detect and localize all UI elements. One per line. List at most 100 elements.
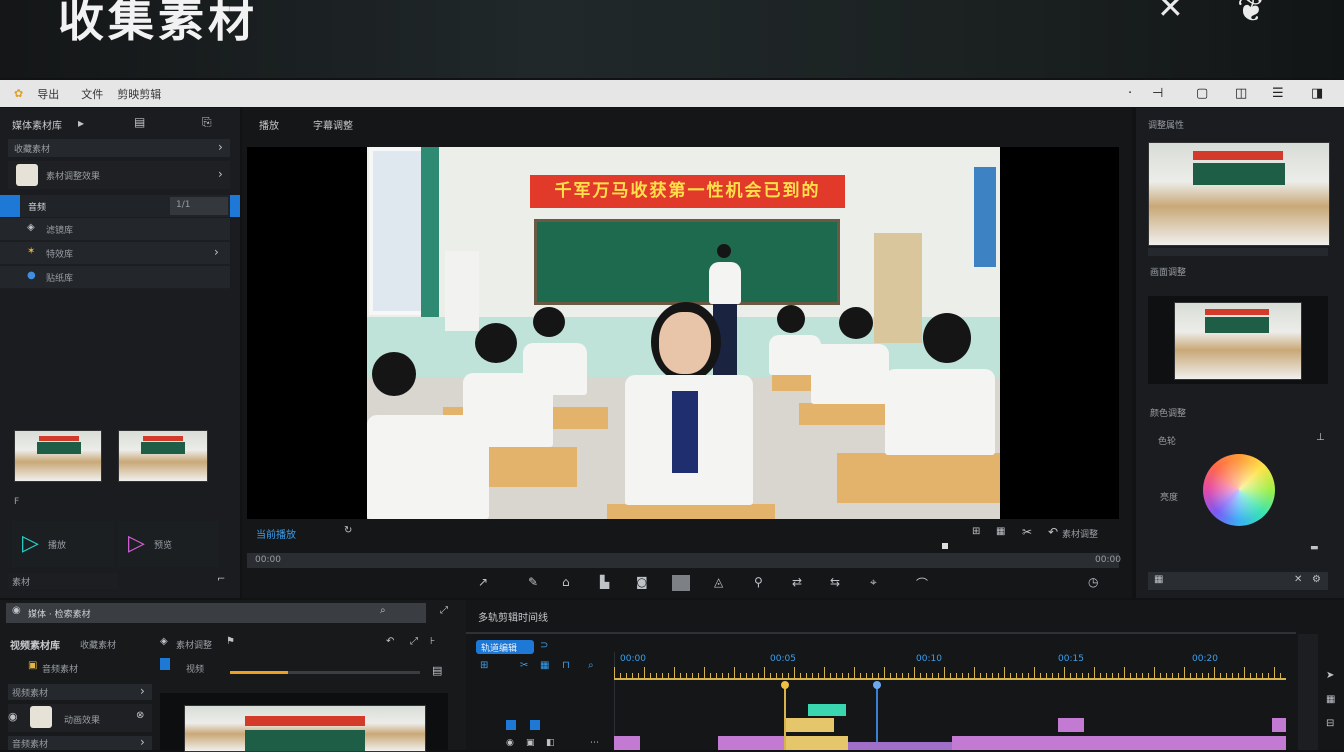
clip-preview[interactable] (160, 693, 448, 752)
media-thumbnail[interactable] (14, 430, 102, 482)
track-icon[interactable]: ⊞ (480, 660, 488, 671)
close-icon[interactable]: ✕ (1157, 0, 1184, 26)
folder-icon[interactable]: ▤ (134, 115, 145, 129)
zoom-icon[interactable]: ⌕ (588, 660, 594, 671)
eye-icon[interactable]: ◉ (8, 710, 18, 723)
window-icon[interactable]: ▢ (1196, 86, 1208, 101)
playhead-handle[interactable] (873, 681, 881, 689)
preview-thumbnail[interactable] (1148, 142, 1330, 246)
scroll-indicator[interactable] (230, 195, 240, 217)
scrubber-bar[interactable]: 00:00 00:00 (247, 553, 1121, 568)
lock-icon[interactable]: ▣ (526, 738, 535, 748)
curve-icon[interactable]: ⌒ (916, 575, 928, 592)
sub-item-stickers[interactable]: ● 贴纸库 (0, 266, 230, 288)
sub-item-filter[interactable]: ◈ 滤镜库 (0, 218, 230, 240)
undo-icon[interactable]: ↶ (386, 636, 394, 647)
pen-icon[interactable]: ✎ (528, 575, 538, 589)
track-mute-toggle[interactable] (530, 720, 540, 730)
list-item[interactable]: ◉ 动画效果 ⊗ (8, 704, 152, 732)
link-icon[interactable]: ⊗ (136, 710, 144, 721)
active-tool[interactable] (672, 575, 690, 591)
layers-icon[interactable]: ▦ (1326, 694, 1335, 705)
eye-icon[interactable]: ◈ (160, 636, 168, 647)
sub-item-effects[interactable]: ✶ 特效库 › (0, 242, 230, 264)
clip-pink[interactable] (1272, 718, 1286, 732)
shape-icon[interactable]: ◬ (714, 575, 723, 589)
clock-icon[interactable]: ◷ (1088, 575, 1098, 589)
crop-icon[interactable]: ⊞ (972, 526, 980, 537)
eye-icon[interactable]: ◉ (506, 738, 514, 748)
list-item[interactable]: 音频素材 › (8, 735, 152, 750)
refresh-icon[interactable]: ↻ (344, 525, 352, 536)
close-icon[interactable]: ✕ (1294, 574, 1302, 585)
search-bar[interactable]: ◉ 媒体 · 检索素材 ⌕ (6, 603, 426, 623)
clip-pink[interactable] (718, 736, 784, 750)
play-button[interactable]: ▷ 播放 (12, 521, 114, 567)
item-audio-selected[interactable]: 音频 1/1 (0, 195, 240, 217)
marker-icon[interactable]: ⊦ (430, 636, 435, 647)
list-item[interactable]: 视频素材 › (8, 684, 152, 700)
link-icon[interactable]: ⊃ (540, 640, 548, 651)
clip-pink[interactable] (1058, 718, 1084, 732)
playhead[interactable] (876, 683, 878, 750)
split-view-icon[interactable]: ◨ (1311, 86, 1323, 101)
search-icon[interactable]: ⌕ (380, 605, 386, 616)
clip-pink-long[interactable] (952, 736, 1286, 750)
timeline-scroll[interactable] (1298, 634, 1318, 750)
layout-icon[interactable]: ◫ (1235, 86, 1247, 101)
settings-icon[interactable]: ⚙ (1312, 574, 1321, 585)
expand-icon[interactable]: ⤢ (410, 636, 418, 647)
menu-item-file[interactable]: 文件 (81, 86, 103, 102)
grid-icon[interactable]: ▦ (540, 660, 549, 671)
clip-gold[interactable] (786, 718, 834, 732)
minimize-bar-icon[interactable]: ⊣ (1152, 86, 1163, 101)
tab-play[interactable]: 播放 (259, 117, 279, 132)
section-favorites[interactable]: 收藏素材 › (8, 139, 230, 157)
clip-pink[interactable] (614, 736, 640, 750)
caret-icon[interactable]: ▸ (78, 116, 84, 130)
grid-icon[interactable]: ▤ (432, 664, 442, 677)
leaf-icon[interactable]: ❦ (1237, 0, 1266, 30)
pin-icon[interactable]: ⚑ (226, 636, 235, 647)
arrow-right-icon[interactable]: ➤ (1326, 670, 1334, 681)
swap-icon[interactable]: ⇄ (792, 575, 802, 589)
preview-monitor[interactable] (1148, 296, 1328, 384)
expand-icon[interactable]: ⤢ (440, 605, 448, 616)
list-menu-icon[interactable]: ☰ (1272, 86, 1284, 101)
hook-icon[interactable]: ⚲ (754, 575, 763, 589)
progress-track[interactable] (230, 671, 420, 674)
item-effect[interactable]: 素材调整效果 › (8, 161, 230, 189)
scissors-icon[interactable]: ✂ (520, 660, 528, 671)
more-icon[interactable]: ⋯ (590, 738, 599, 748)
book-icon[interactable]: ▙ (600, 575, 609, 589)
tab-subtitle[interactable]: 字幕调整 (313, 117, 353, 132)
undo-icon[interactable]: ↶ (1048, 525, 1058, 539)
preview-button[interactable]: ▷ 预览 (118, 521, 218, 567)
cursor-icon[interactable]: ↗ (478, 575, 488, 589)
color-wheel[interactable] (1203, 454, 1275, 526)
toggle-icon[interactable]: ⊥ (1316, 432, 1325, 443)
thumb-scroll[interactable] (1148, 248, 1328, 256)
playhead-handle[interactable] (942, 543, 948, 549)
in-point-handle[interactable] (781, 681, 789, 689)
clip-teal[interactable] (808, 704, 846, 716)
import-icon[interactable]: ⎘ (202, 115, 212, 130)
audio-value-box[interactable]: 1/1 (170, 197, 228, 215)
menu-item-export[interactable]: 导出 (37, 86, 59, 102)
ruler-icon[interactable]: ⊟ (1326, 718, 1334, 729)
arrows-icon[interactable]: ⇆ (830, 575, 840, 589)
clip-gold[interactable] (786, 736, 848, 750)
track-edit-toggle[interactable]: 轨道编辑 (476, 640, 534, 654)
track-lock-toggle[interactable] (506, 720, 516, 730)
home-icon[interactable]: ⌂ (562, 575, 570, 589)
volume-icon[interactable]: ◧ (546, 738, 555, 748)
media-thumbnail[interactable] (118, 430, 208, 482)
reset-icon[interactable]: ▬ (1310, 543, 1319, 553)
scissors-icon[interactable]: ✂ (1022, 525, 1032, 539)
magnet-icon[interactable]: ⊓ (562, 660, 570, 671)
menu-item-edit[interactable]: 剪映剪辑 (117, 86, 161, 102)
record-icon[interactable]: ◙ (636, 575, 648, 589)
value-bar[interactable]: ▦ ✕ ⚙ (1148, 572, 1328, 590)
grid-icon[interactable]: ▦ (996, 526, 1005, 537)
tag-icon[interactable]: ⌖ (870, 575, 877, 590)
